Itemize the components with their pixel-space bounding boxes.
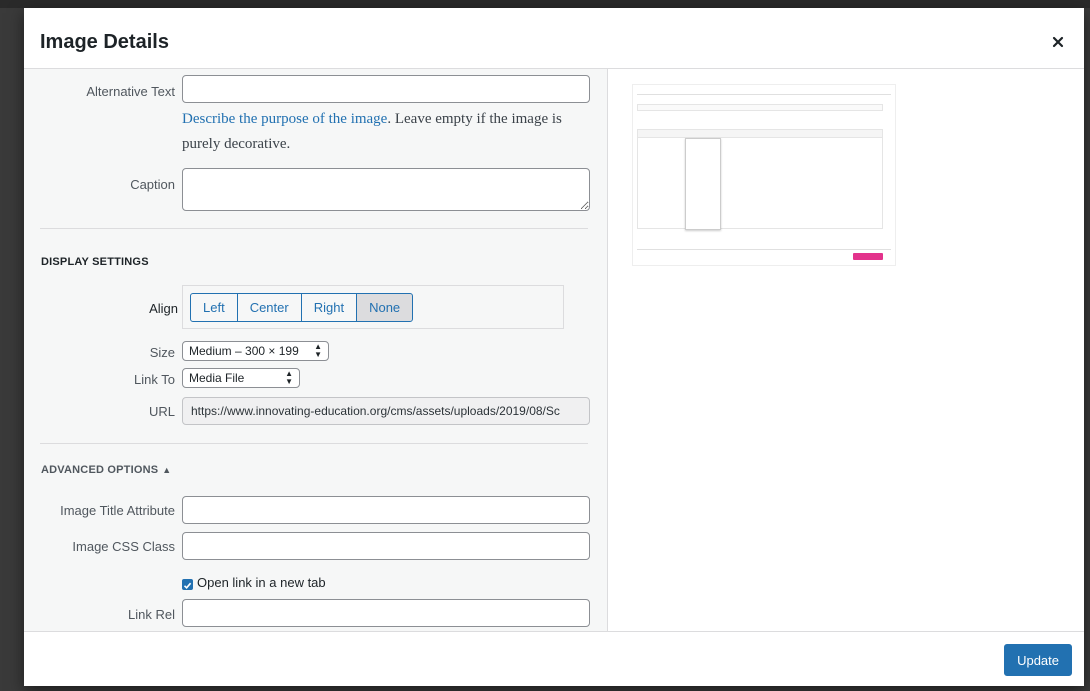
align-center-button[interactable]: Center bbox=[236, 293, 302, 322]
size-select[interactable]: Medium – 300 × 199 ▲ ▼ bbox=[182, 341, 329, 361]
thumb-rule bbox=[637, 249, 891, 250]
caption-label: Caption bbox=[130, 177, 175, 192]
link-rel-label: Link Rel bbox=[128, 607, 175, 622]
link-rel-input[interactable] bbox=[182, 599, 590, 627]
thumb-dropdown bbox=[685, 138, 721, 230]
select-caret-icon: ▲ ▼ bbox=[285, 369, 293, 386]
link-to-select-value: Media File bbox=[189, 371, 245, 385]
size-select-value: Medium – 300 × 199 bbox=[189, 344, 299, 358]
thumb-editor bbox=[637, 137, 883, 229]
size-label: Size bbox=[149, 345, 175, 360]
url-label: URL bbox=[148, 404, 175, 419]
update-button[interactable]: Update bbox=[1004, 644, 1072, 676]
modal-header: Image Details bbox=[24, 8, 1084, 69]
align-none-button[interactable]: None bbox=[356, 293, 414, 322]
link-to-select[interactable]: Media File ▲ ▼ bbox=[182, 368, 300, 388]
open-new-tab-label: Open link in a new tab bbox=[197, 575, 326, 590]
image-title-attribute-label: Image Title Attribute bbox=[60, 503, 175, 518]
alt-text-label: Alternative Text bbox=[86, 84, 175, 99]
image-css-class-input[interactable] bbox=[182, 532, 590, 560]
modal-title: Image Details bbox=[40, 31, 169, 53]
close-icon bbox=[1052, 36, 1064, 48]
image-css-class-label: Image CSS Class bbox=[72, 539, 175, 554]
align-label: Align bbox=[149, 301, 178, 316]
image-details-modal: Image Details Alternative Text Describe … bbox=[24, 8, 1084, 686]
close-button[interactable] bbox=[1048, 32, 1068, 52]
open-new-tab-checkbox[interactable] bbox=[182, 579, 193, 590]
thumb-title-field bbox=[637, 104, 883, 111]
divider bbox=[40, 443, 588, 444]
align-left-button[interactable]: Left bbox=[190, 293, 238, 322]
select-caret-icon: ▲ ▼ bbox=[314, 342, 322, 359]
advanced-options-heading: ADVANCED OPTIONS bbox=[41, 464, 159, 476]
divider bbox=[40, 228, 588, 229]
image-preview-panel bbox=[608, 69, 1084, 631]
backdrop bbox=[0, 0, 1090, 8]
advanced-options-toggle[interactable]: ADVANCED OPTIONS ▲ bbox=[41, 464, 171, 476]
image-title-attribute-input[interactable] bbox=[182, 496, 590, 524]
display-settings-heading: DISPLAY SETTINGS bbox=[41, 256, 149, 268]
alt-text-hint-link[interactable]: Describe the purpose of the image bbox=[182, 111, 387, 127]
triangle-up-icon: ▲ bbox=[162, 465, 172, 475]
caption-textarea[interactable] bbox=[182, 168, 590, 211]
alt-text-input[interactable] bbox=[182, 75, 590, 103]
url-field[interactable]: https://www.innovating-education.org/cms… bbox=[182, 397, 590, 425]
image-settings-panel[interactable]: Alternative Text Describe the purpose of… bbox=[24, 69, 608, 631]
link-to-label: Link To bbox=[134, 372, 175, 387]
align-right-button[interactable]: Right bbox=[300, 293, 358, 322]
image-preview-thumbnail bbox=[633, 85, 895, 265]
checkmark-icon bbox=[183, 582, 192, 589]
thumb-pink-button bbox=[853, 253, 883, 260]
align-group-box: Left Center Right None bbox=[182, 285, 564, 329]
modal-footer: Update bbox=[24, 631, 1084, 686]
thumb-rule bbox=[637, 94, 891, 95]
alt-text-hint: Describe the purpose of the image. Leave… bbox=[182, 107, 592, 157]
align-button-group: Left Center Right None bbox=[190, 293, 414, 322]
